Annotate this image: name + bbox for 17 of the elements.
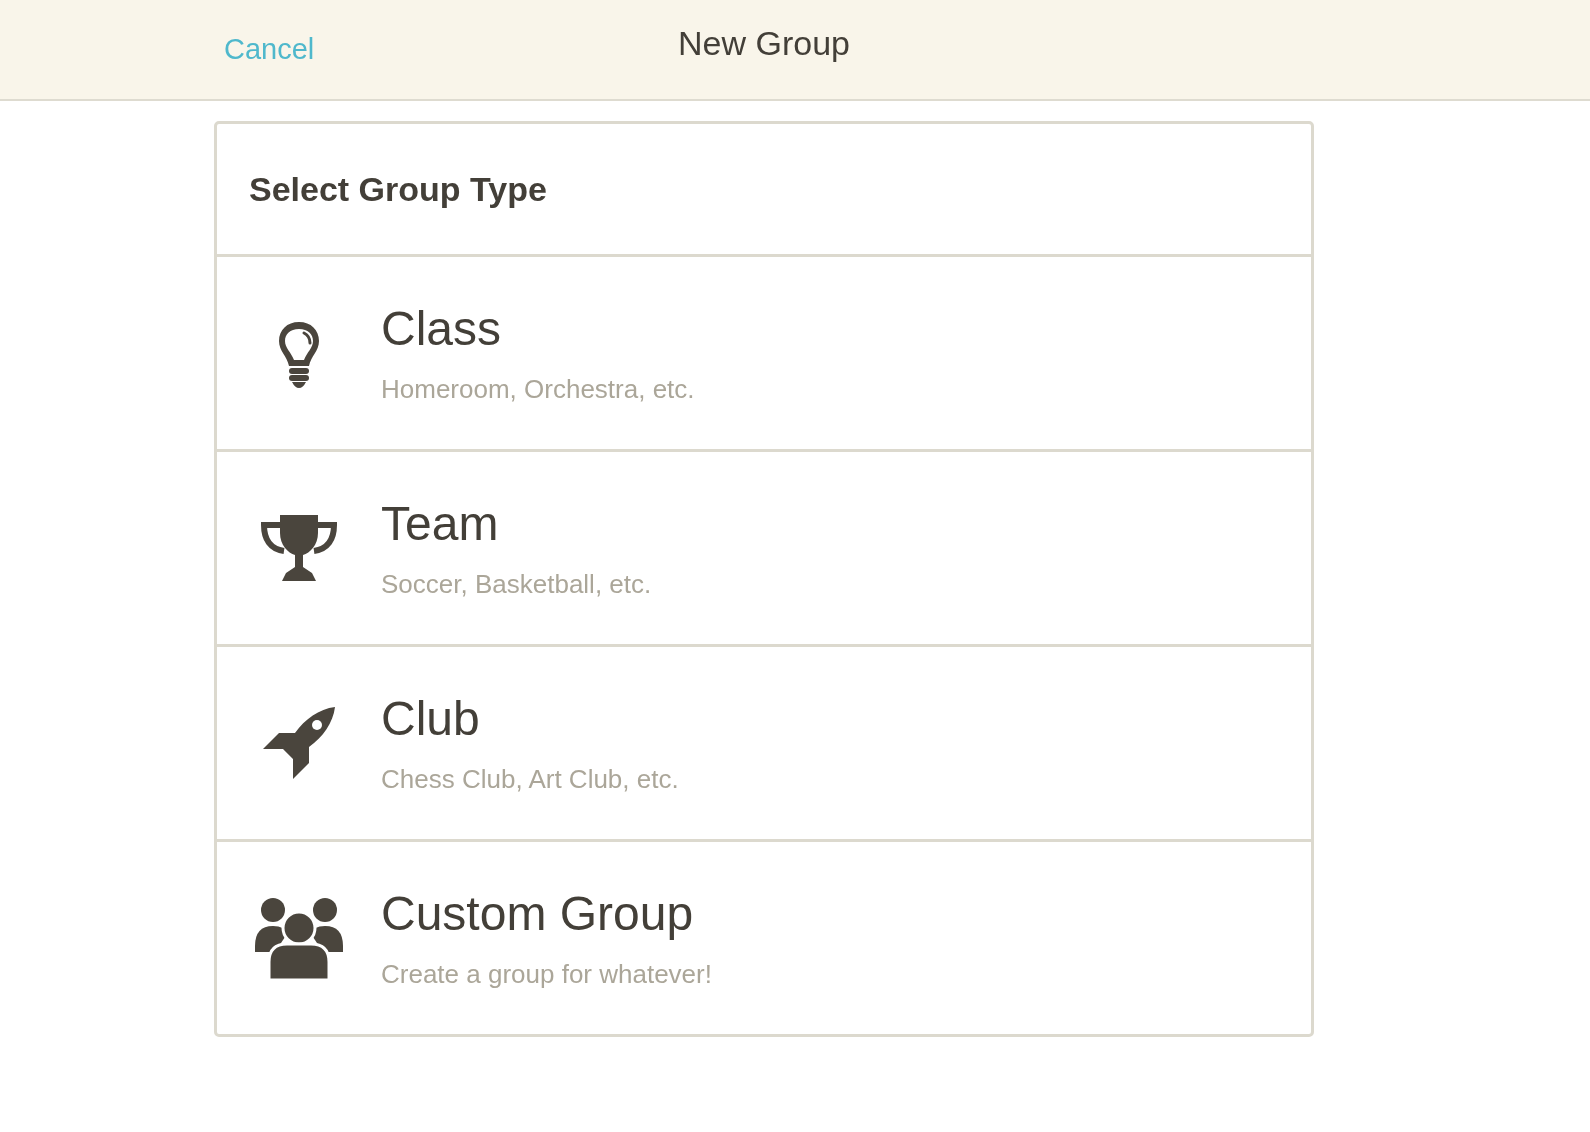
group-type-option[interactable]: Club Chess Club, Art Club, etc. bbox=[217, 647, 1311, 842]
group-type-option[interactable]: Class Homeroom, Orchestra, etc. bbox=[217, 257, 1311, 452]
option-description: Homeroom, Orchestra, etc. bbox=[381, 374, 695, 405]
option-title: Custom Group bbox=[381, 886, 695, 941]
option-description: Create a group for whatever! bbox=[381, 959, 712, 990]
option-title: Club bbox=[381, 691, 481, 746]
option-title: Class bbox=[381, 301, 503, 356]
page-title: New Group bbox=[678, 24, 850, 63]
option-description: Chess Club, Art Club, etc. bbox=[381, 764, 679, 795]
group-type-option[interactable]: Team Soccer, Basketball, etc. bbox=[217, 452, 1311, 647]
card-title: Select Group Type bbox=[249, 169, 547, 209]
option-description: Soccer, Basketball, etc. bbox=[381, 569, 652, 600]
people-icon bbox=[255, 896, 343, 980]
group-type-option[interactable]: Custom Group Create a group for whatever! bbox=[217, 842, 1311, 1034]
trophy-icon bbox=[260, 513, 338, 583]
option-title: Team bbox=[381, 496, 500, 551]
rocket-icon bbox=[261, 705, 337, 781]
